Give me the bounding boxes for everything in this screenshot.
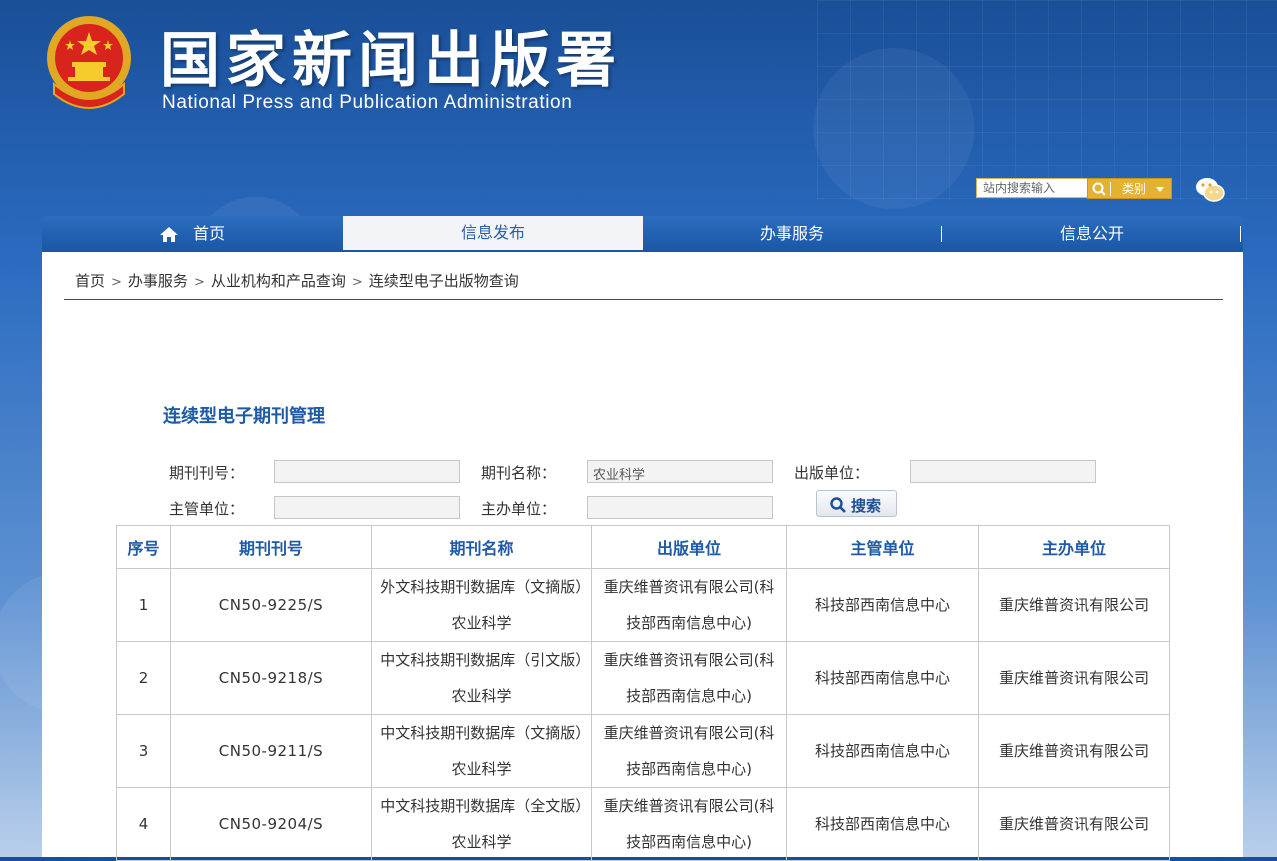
cell-index: 4 — [116, 787, 171, 861]
cell-index: 3 — [116, 714, 171, 788]
cell-sponsor: 重庆维普资讯有限公司 — [978, 714, 1170, 788]
cell-sponsor: 重庆维普资讯有限公司 — [978, 641, 1170, 715]
wechat-icon[interactable] — [1194, 176, 1226, 204]
cell-sponsor: 重庆维普资讯有限公司 — [978, 568, 1170, 642]
breadcrumb-current[interactable]: 连续型电子出版物查询 — [369, 272, 519, 290]
main-content: 首页 > 办事服务 > 从业机构和产品查询 > 连续型电子出版物查询 连续型电子期刊管理 期… — [42, 252, 1243, 861]
divider — [1110, 182, 1111, 196]
column-header-name: 期刊名称 — [371, 525, 592, 569]
journal-name-label: 期刊名称： — [481, 464, 557, 482]
page-title: 连续型电子期刊管理 — [163, 406, 325, 427]
table-row: 3 CN50-9211/S 中文科技期刊数据库（文摘版）农业科学 重庆维普资讯有… — [116, 714, 1170, 788]
cell-name: 外文科技期刊数据库（文摘版）农业科学 — [371, 568, 592, 642]
search-button-label: 搜索 — [851, 497, 882, 515]
site-search-input[interactable]: 站内搜索输入 — [976, 178, 1088, 198]
header-decoration — [817, 0, 1277, 200]
cell-publisher: 重庆维普资讯有限公司(科技部西南信息中心) — [591, 568, 787, 642]
cell-supervisor: 科技部西南信息中心 — [786, 714, 979, 788]
cell-supervisor: 科技部西南信息中心 — [786, 641, 979, 715]
breadcrumb-home[interactable]: 首页 — [75, 272, 105, 290]
supervisor-label: 主管单位： — [169, 500, 245, 518]
journal-name-input[interactable]: 农业科学 — [587, 460, 773, 483]
publisher-label: 出版单位： — [794, 464, 870, 482]
sponsor-input[interactable] — [587, 496, 773, 519]
nav-divider — [1240, 226, 1241, 242]
cell-issn: CN50-9204/S — [170, 787, 372, 861]
breadcrumb-services[interactable]: 办事服务 — [128, 272, 188, 290]
cell-index: 1 — [116, 568, 171, 642]
cell-name: 中文科技期刊数据库（引文版）农业科学 — [371, 641, 592, 715]
breadcrumb-separator: > — [111, 275, 122, 290]
table-row: 2 CN50-9218/S 中文科技期刊数据库（引文版）农业科学 重庆维普资讯有… — [116, 641, 1170, 715]
cell-supervisor: 科技部西南信息中心 — [786, 568, 979, 642]
results-table: 序号 期刊刊号 期刊名称 出版单位 主管单位 主办单位 1 CN50-9225/… — [116, 525, 1170, 861]
nav-item-label: 首页 — [192, 224, 225, 243]
nav-item-services[interactable]: 办事服务 — [642, 216, 942, 252]
site-title-cn[interactable]: 国家新闻出版署 — [160, 12, 622, 99]
breadcrumb: 首页 > 办事服务 > 从业机构和产品查询 > 连续型电子出版物查询 — [75, 270, 519, 291]
column-header-issn: 期刊刊号 — [170, 525, 372, 569]
nav-item-disclosure[interactable]: 信息公开 — [942, 216, 1242, 252]
cell-name: 中文科技期刊数据库（全文版）农业科学 — [371, 787, 592, 861]
issn-input[interactable] — [274, 460, 460, 483]
breadcrumb-org-query[interactable]: 从业机构和产品查询 — [211, 272, 346, 290]
column-header-publisher: 出版单位 — [591, 525, 787, 569]
cell-publisher: 重庆维普资讯有限公司(科技部西南信息中心) — [591, 714, 787, 788]
chevron-down-icon[interactable] — [1156, 187, 1164, 192]
column-header-sponsor: 主办单位 — [978, 525, 1170, 569]
site-search-button[interactable]: 类别 — [1087, 178, 1172, 199]
search-icon[interactable] — [1091, 181, 1107, 197]
nav-item-info-release[interactable]: 信息发布 — [343, 216, 643, 250]
issn-label: 期刊刊号： — [169, 464, 245, 482]
home-icon — [159, 227, 178, 242]
cell-index: 2 — [116, 641, 171, 715]
cell-issn: CN50-9211/S — [170, 714, 372, 788]
column-header-supervisor: 主管单位 — [786, 525, 979, 569]
column-header-index: 序号 — [116, 525, 171, 569]
cell-issn: CN50-9225/S — [170, 568, 372, 642]
site-title-en: National Press and Publication Administr… — [162, 92, 573, 113]
cell-publisher: 重庆维普资讯有限公司(科技部西南信息中心) — [591, 641, 787, 715]
category-dropdown-label[interactable]: 类别 — [1122, 181, 1146, 197]
cell-publisher: 重庆维普资讯有限公司(科技部西南信息中心) — [591, 787, 787, 861]
cell-issn: CN50-9218/S — [170, 641, 372, 715]
sponsor-label: 主办单位： — [481, 500, 557, 518]
national-emblem-icon — [47, 16, 131, 109]
breadcrumb-separator: > — [351, 275, 363, 290]
breadcrumb-separator: > — [193, 275, 205, 290]
breadcrumb-divider — [64, 299, 1223, 300]
cell-supervisor: 科技部西南信息中心 — [786, 787, 979, 861]
table-row: 4 CN50-9204/S 中文科技期刊数据库（全文版）农业科学 重庆维普资讯有… — [116, 787, 1170, 861]
supervisor-input[interactable] — [274, 496, 460, 519]
main-nav: 首页 信息发布 办事服务 信息公开 — [42, 216, 1243, 252]
cell-sponsor: 重庆维普资讯有限公司 — [978, 787, 1170, 861]
table-row: 1 CN50-9225/S 外文科技期刊数据库（文摘版）农业科学 重庆维普资讯有… — [116, 568, 1170, 642]
nav-item-home[interactable]: 首页 — [42, 216, 342, 252]
table-header-row: 序号 期刊刊号 期刊名称 出版单位 主管单位 主办单位 — [116, 525, 1170, 569]
search-icon — [830, 497, 846, 513]
publisher-input[interactable] — [910, 460, 1096, 483]
search-button[interactable]: 搜索 — [816, 490, 897, 517]
cell-name: 中文科技期刊数据库（文摘版）农业科学 — [371, 714, 592, 788]
